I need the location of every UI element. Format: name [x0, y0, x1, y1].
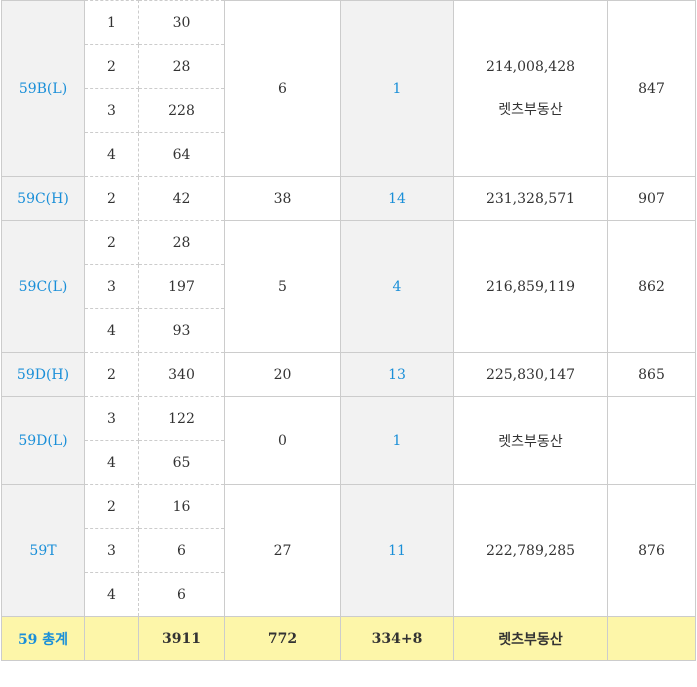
floor-cell: 4: [84, 308, 139, 353]
unit-type-cell[interactable]: 59B(L): [1, 0, 85, 177]
agent-cell: 렛츠부동산: [453, 396, 608, 485]
floor-cell: 1: [84, 0, 139, 45]
count-cell: 340: [138, 352, 225, 397]
count-cell: 122: [138, 396, 225, 441]
link-count-cell[interactable]: 1: [340, 396, 454, 485]
count-cell: 64: [138, 132, 225, 177]
unit-type-cell[interactable]: 59C(H): [1, 176, 85, 221]
floor-cell: 2: [84, 352, 139, 397]
total-agent-cell: 렛츠부동산: [453, 616, 608, 661]
last-cell: [607, 396, 696, 485]
value-cell: 27: [224, 484, 341, 617]
floor-cell: 3: [84, 396, 139, 441]
last-cell: 907: [607, 176, 696, 221]
link-count-cell[interactable]: 11: [340, 484, 454, 617]
table-row: 59D(L) 3 122 0 1 렛츠부동산: [1, 396, 696, 485]
floor-cell: 2: [84, 484, 139, 529]
count-cell: 228: [138, 88, 225, 133]
count-cell: 42: [138, 176, 225, 221]
unit-type-cell[interactable]: 59T: [1, 484, 85, 617]
floor-cell: 2: [84, 220, 139, 265]
total-value-cell: 772: [224, 616, 341, 661]
count-cell: 6: [138, 528, 225, 573]
page: 59B(L) 1 30 6 1 214,008,428 렛츠부동산 847 2 …: [0, 0, 697, 687]
unit-type-cell[interactable]: 59D(H): [1, 352, 85, 397]
count-cell: 65: [138, 440, 225, 485]
table-row: 59B(L) 1 30 6 1 214,008,428 렛츠부동산 847: [1, 0, 696, 177]
value-cell: 5: [224, 220, 341, 353]
value-cell: 38: [224, 176, 341, 221]
count-cell: 30: [138, 0, 225, 45]
price-cell: 216,859,119: [453, 220, 608, 353]
floor-cell: 3: [84, 264, 139, 309]
floor-cell: 3: [84, 528, 139, 573]
link-count-cell[interactable]: 14: [340, 176, 454, 221]
last-cell: 865: [607, 352, 696, 397]
total-last-cell: [607, 616, 696, 661]
last-cell: 847: [607, 0, 696, 177]
total-label: 59 총계: [1, 616, 85, 661]
unit-stats-table: 59B(L) 1 30 6 1 214,008,428 렛츠부동산 847 2 …: [1, 0, 696, 661]
price-cell: 231,328,571: [453, 176, 608, 221]
table-row: 59C(L) 2 28 5 4 216,859,119 862: [1, 220, 696, 353]
total-floor-cell: [84, 616, 139, 661]
link-count-cell[interactable]: 1: [340, 0, 454, 177]
count-cell: 28: [138, 44, 225, 89]
floor-cell: 2: [84, 176, 139, 221]
table-row: 59C(H) 2 42 38 14 231,328,571 907: [1, 176, 696, 221]
floor-cell: 4: [84, 132, 139, 177]
value-cell: 20: [224, 352, 341, 397]
count-cell: 197: [138, 264, 225, 309]
total-link-count-cell: 334+8: [340, 616, 454, 661]
count-cell: 28: [138, 220, 225, 265]
total-count-cell: 3911: [138, 616, 225, 661]
link-count-cell[interactable]: 13: [340, 352, 454, 397]
total-row: 59 총계 3911 772 334+8 렛츠부동산: [1, 616, 696, 661]
price-agent-cell: 214,008,428 렛츠부동산: [453, 0, 608, 177]
last-cell: 876: [607, 484, 696, 617]
value-cell: 0: [224, 396, 341, 485]
floor-cell: 3: [84, 88, 139, 133]
unit-type-cell[interactable]: 59D(L): [1, 396, 85, 485]
agent-text: 렛츠부동산: [498, 101, 563, 118]
last-cell: 862: [607, 220, 696, 353]
price-cell: 222,789,285: [453, 484, 608, 617]
table-row: 59D(H) 2 340 20 13 225,830,147 865: [1, 352, 696, 397]
value-cell: 6: [224, 0, 341, 177]
count-cell: 93: [138, 308, 225, 353]
price-text: 214,008,428: [485, 58, 576, 75]
floor-cell: 2: [84, 44, 139, 89]
link-count-cell[interactable]: 4: [340, 220, 454, 353]
price-cell: 225,830,147: [453, 352, 608, 397]
count-cell: 16: [138, 484, 225, 529]
floor-cell: 4: [84, 440, 139, 485]
table-row: 59T 2 16 27 11 222,789,285 876: [1, 484, 696, 617]
count-cell: 6: [138, 572, 225, 617]
unit-type-cell[interactable]: 59C(L): [1, 220, 85, 353]
floor-cell: 4: [84, 572, 139, 617]
